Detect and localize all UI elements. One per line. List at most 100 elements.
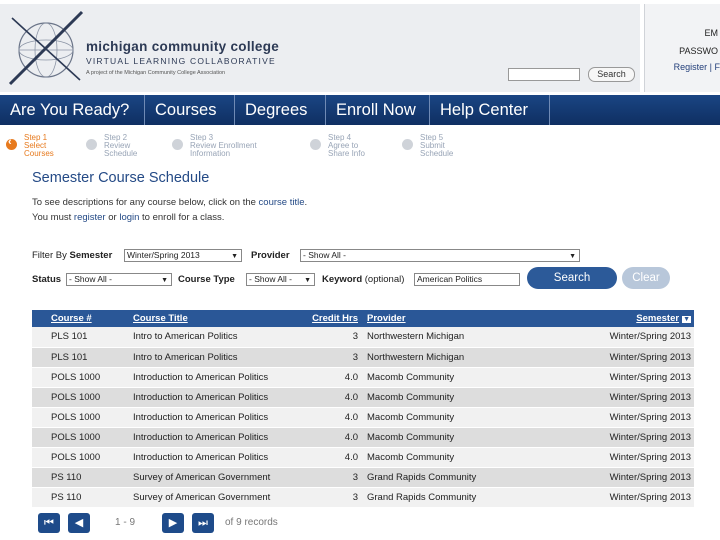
cell-course-title[interactable]: Survey of American Government (130, 467, 290, 488)
row-selector[interactable] (32, 427, 48, 448)
course-type-select[interactable]: - Show All - ▼ (246, 273, 315, 286)
cell-credit-hrs: 3 (290, 327, 364, 348)
header-credit-hrs[interactable]: Credit Hrs (290, 310, 364, 327)
table-row[interactable]: POLS 1000 Introduction to American Polit… (32, 407, 694, 428)
header-course-number[interactable]: Course # (48, 310, 130, 327)
row-selector[interactable] (32, 487, 48, 508)
semester-value: Winter/Spring 2013 (127, 250, 200, 260)
cell-course-title[interactable]: Intro to American Politics (130, 347, 290, 368)
status-select[interactable]: - Show All - ▼ (66, 273, 172, 286)
step-label: Courses (24, 149, 54, 158)
last-page-icon[interactable]: ⏭ (192, 513, 214, 533)
cell-course-number: POLS 1000 (48, 407, 130, 428)
cell-course-title[interactable]: Introduction to American Politics (130, 367, 290, 388)
provider-select[interactable]: - Show All - ▼ (300, 249, 580, 262)
step-label: Schedule (420, 149, 454, 158)
cell-course-title[interactable]: Survey of American Government (130, 487, 290, 508)
table-row[interactable]: POLS 1000 Introduction to American Polit… (32, 427, 694, 448)
nav-enroll-now[interactable]: Enroll Now (326, 95, 430, 125)
table-row[interactable]: POLS 1000 Introduction to American Polit… (32, 447, 694, 468)
status-label-text: Status (32, 274, 62, 285)
row-selector[interactable] (32, 407, 48, 428)
login-panel: EM PASSWO Register | F (644, 4, 720, 92)
step-dot-icon (310, 139, 321, 150)
register-link[interactable]: register (74, 212, 106, 223)
cell-course-title[interactable]: Introduction to American Politics (130, 387, 290, 408)
cell-credit-hrs: 3 (290, 347, 364, 368)
sort-desc-icon[interactable]: ▼ (682, 316, 691, 323)
logo-icon[interactable] (8, 8, 86, 88)
keyword-optional-text: (optional) (364, 274, 405, 285)
row-selector[interactable] (32, 347, 48, 368)
brand-subtitle: VIRTUAL LEARNING COLLABORATIVE (86, 56, 276, 66)
table-row[interactable]: PS 110 Survey of American Government 3 G… (32, 467, 694, 488)
row-selector[interactable] (32, 367, 48, 388)
cell-provider: Northwestern Michigan (364, 347, 564, 368)
header-course-title[interactable]: Course Title (130, 310, 290, 327)
table-row[interactable]: POLS 1000 Introduction to American Polit… (32, 387, 694, 408)
login-link[interactable]: login (119, 212, 139, 223)
cell-semester: Winter/Spring 2013 (564, 467, 694, 488)
cell-semester: Winter/Spring 2013 (564, 427, 694, 448)
nav-degrees[interactable]: Degrees (235, 95, 326, 125)
cell-course-title[interactable]: Introduction to American Politics (130, 427, 290, 448)
cell-credit-hrs: 3 (290, 467, 364, 488)
row-selector[interactable] (32, 447, 48, 468)
prev-page-icon[interactable]: ◀ (68, 513, 90, 533)
site-search-input[interactable] (508, 68, 580, 81)
cell-semester: Winter/Spring 2013 (564, 327, 694, 348)
cell-course-number: PLS 101 (48, 347, 130, 368)
step-label: Schedule (104, 149, 138, 158)
semester-select[interactable]: Winter/Spring 2013 ▼ (124, 249, 242, 262)
header-semester-label: Semester (636, 313, 680, 324)
cell-provider: Macomb Community (364, 367, 564, 388)
provider-label: Provider (251, 250, 290, 261)
next-page-icon[interactable]: ▶ (162, 513, 184, 533)
cell-course-title[interactable]: Introduction to American Politics (130, 407, 290, 428)
cell-course-title[interactable]: Introduction to American Politics (130, 447, 290, 468)
search-button[interactable]: Search (527, 267, 617, 289)
cell-provider: Macomb Community (364, 387, 564, 408)
step-dot-icon (402, 139, 413, 150)
cell-course-title[interactable]: Intro to American Politics (130, 327, 290, 348)
dropdown-arrow-icon: ▼ (304, 277, 311, 284)
intro-text: You must register or login to enroll for… (32, 212, 224, 223)
intro-text: To see descriptions for any course below… (32, 197, 307, 208)
table-row[interactable]: PLS 101 Intro to American Politics 3 Nor… (32, 347, 694, 368)
course-type-value: - Show All - (249, 274, 292, 284)
cell-course-number: POLS 1000 (48, 447, 130, 468)
cell-semester: Winter/Spring 2013 (564, 407, 694, 428)
cell-semester: Winter/Spring 2013 (564, 387, 694, 408)
cell-provider: Macomb Community (364, 427, 564, 448)
results-table: Course # Course Title Credit Hrs Provide… (32, 310, 694, 508)
course-title-link[interactable]: course title (259, 197, 305, 208)
nav-help-center[interactable]: Help Center (430, 95, 550, 125)
intro-text-part: . (304, 197, 308, 208)
clear-button[interactable]: Clear (622, 267, 670, 289)
table-row[interactable]: PLS 101 Intro to American Politics 3 Nor… (32, 327, 694, 348)
cell-credit-hrs: 3 (290, 487, 364, 508)
site-header: michigan community college VIRTUAL LEARN… (0, 0, 720, 95)
email-label: EM (704, 28, 719, 38)
intro-text-part: to enroll for a class. (139, 212, 225, 223)
select-column-header (32, 310, 48, 327)
keyword-input[interactable]: American Politics (414, 273, 520, 286)
table-row[interactable]: POLS 1000 Introduction to American Polit… (32, 367, 694, 388)
row-selector[interactable] (32, 327, 48, 348)
nav-courses[interactable]: Courses (145, 95, 235, 125)
first-page-icon[interactable]: ⏮ (38, 513, 60, 533)
register-link[interactable]: Register | F (674, 62, 720, 72)
cell-semester: Winter/Spring 2013 (564, 367, 694, 388)
cell-semester: Winter/Spring 2013 (564, 447, 694, 468)
row-selector[interactable] (32, 387, 48, 408)
nav-are-you-ready[interactable]: Are You Ready? (0, 95, 145, 125)
cell-course-number: POLS 1000 (48, 367, 130, 388)
cell-credit-hrs: 4.0 (290, 447, 364, 468)
cell-credit-hrs: 4.0 (290, 387, 364, 408)
site-search-button[interactable]: Search (588, 67, 635, 82)
header-provider[interactable]: Provider (364, 310, 564, 327)
table-row[interactable]: PS 110 Survey of American Government 3 G… (32, 487, 694, 508)
header-semester[interactable]: Semester ▼ (564, 310, 694, 327)
row-selector[interactable] (32, 467, 48, 488)
cell-course-number: PLS 101 (48, 327, 130, 348)
